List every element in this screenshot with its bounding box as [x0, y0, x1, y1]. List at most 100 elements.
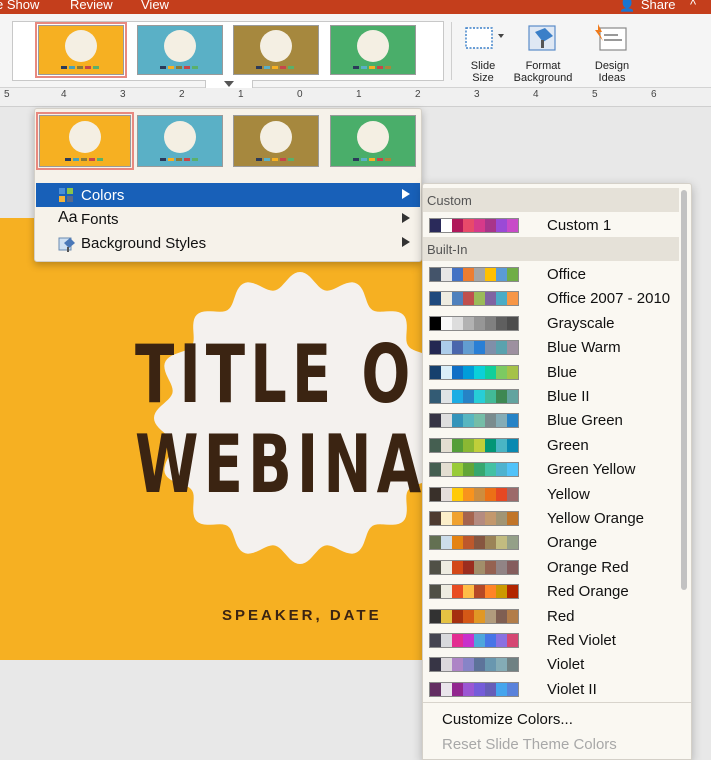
slide-size-label: Slide [470, 60, 496, 72]
variant-swatches [65, 158, 103, 161]
submenu-arrow-icon [402, 237, 410, 247]
ruler-label: 4 [533, 89, 539, 100]
variant-thumb[interactable] [330, 25, 416, 75]
ruler-label: 5 [4, 89, 10, 100]
design-ideas-icon [595, 24, 627, 51]
color-palette-swatches [429, 315, 519, 331]
section-label: Custom [427, 193, 472, 208]
add-person-icon: 👤 [619, 0, 636, 12]
color-scheme-row[interactable]: Red [423, 604, 679, 628]
submenu-arrow-icon [402, 189, 410, 199]
scrollbar-thumb[interactable] [681, 190, 687, 590]
color-scheme-name: Green Yellow [547, 461, 636, 479]
badge-shape [164, 121, 196, 153]
color-palette-swatches [429, 437, 519, 453]
ribbon: Slide Size Format Background Design Idea… [0, 14, 711, 91]
slide-title-line-1[interactable]: TITLE O [135, 333, 415, 417]
background-styles-icon [58, 235, 76, 257]
color-palette-swatches [429, 486, 519, 502]
ruler-label: 0 [297, 89, 303, 100]
share-label: Share [640, 0, 676, 12]
tab-view[interactable]: View [141, 0, 169, 12]
color-scheme-name: Violet [547, 656, 585, 674]
variant-thumb[interactable] [137, 25, 223, 75]
variant-swatches [160, 158, 198, 161]
color-scheme-name: Red Violet [547, 632, 616, 649]
format-background-button[interactable]: Format Background [511, 22, 575, 84]
color-scheme-row[interactable]: Yellow Orange [423, 506, 679, 530]
slide-size-button[interactable]: Slide Size [460, 22, 506, 84]
color-scheme-name: Orange [547, 534, 598, 552]
menu-item-fonts[interactable]: Aa Fonts [36, 207, 420, 231]
color-scheme-name: Blue [547, 363, 578, 381]
color-scheme-row[interactable]: Yellow [423, 482, 679, 506]
color-scheme-row[interactable]: Blue Warm [423, 335, 679, 359]
ruler-label: 5 [592, 89, 598, 100]
design-ideas-button[interactable]: Design Ideas [590, 22, 634, 84]
colors-icon [58, 187, 74, 207]
format-background-icon [528, 25, 556, 51]
slide-title-line-2[interactable]: WEBINA [135, 423, 426, 507]
color-scheme-name: Office [547, 266, 586, 283]
variant-thumb[interactable] [233, 115, 319, 167]
custom-section-header: Custom [423, 188, 679, 212]
color-scheme-row[interactable]: Blue Green [423, 408, 679, 432]
color-scheme-name: Violet II [547, 680, 597, 698]
color-scheme-row[interactable]: Blue [423, 360, 679, 384]
collapse-ribbon-icon[interactable]: ^ [690, 0, 696, 12]
color-palette-swatches [429, 462, 519, 478]
color-palette-swatches [429, 413, 519, 429]
variants-gallery [12, 21, 444, 81]
submenu-divider [423, 702, 691, 703]
ruler-label: 1 [238, 89, 244, 100]
color-scheme-row[interactable]: Office [423, 262, 679, 286]
menu-item-colors[interactable]: Colors [36, 183, 420, 207]
colors-submenu: Custom Custom 1 Built-In Office Office 20… [422, 183, 692, 760]
color-scheme-row[interactable]: Green Yellow [423, 457, 679, 481]
variant-thumb[interactable] [36, 112, 134, 170]
format-background-label-2: Background [513, 72, 573, 84]
badge-shape [260, 30, 292, 62]
color-scheme-row[interactable]: Custom 1 [423, 213, 679, 237]
tab-review[interactable]: Review [70, 0, 113, 12]
color-scheme-name: Red Orange [547, 583, 629, 601]
color-scheme-row[interactable]: Orange [423, 530, 679, 554]
ribbon-divider [451, 22, 452, 80]
color-scheme-row[interactable]: Red Violet [423, 628, 679, 652]
color-palette-swatches [429, 535, 519, 551]
variant-swatches [353, 66, 391, 69]
ruler-label: 6 [651, 89, 657, 100]
color-scheme-row[interactable]: Violet [423, 652, 679, 676]
tab-slide-show[interactable]: e Show [0, 0, 39, 12]
color-scheme-row[interactable]: Blue II [423, 384, 679, 408]
menu-item-background-styles[interactable]: Background Styles [36, 231, 420, 255]
submenu-scrollbar[interactable] [679, 186, 689, 701]
variant-swatches [256, 66, 294, 69]
color-scheme-row[interactable]: Office 2007 - 2010 [423, 286, 679, 310]
variant-swatches [353, 158, 391, 161]
color-palette-swatches [429, 559, 519, 575]
menu-item-label: Colors [81, 187, 125, 204]
color-scheme-row[interactable]: Green [423, 433, 679, 457]
color-palette-swatches [429, 340, 519, 356]
variant-swatches [61, 66, 99, 69]
color-scheme-row[interactable]: Grayscale [423, 311, 679, 335]
slide-speaker-date[interactable]: SPEAKER, DATE [222, 607, 382, 624]
color-scheme-row[interactable]: Violet II [423, 677, 679, 701]
section-label: Built-In [427, 242, 468, 257]
variant-thumb[interactable] [137, 115, 223, 167]
color-scheme-row[interactable]: Red Orange [423, 579, 679, 603]
customize-colors-item[interactable]: Customize Colors... [442, 711, 573, 728]
variant-thumb[interactable] [233, 25, 319, 75]
color-palette-swatches [429, 633, 519, 648]
color-palette-swatches [429, 218, 519, 233]
variant-thumb[interactable] [35, 22, 127, 78]
color-scheme-row[interactable]: Orange Red [423, 555, 679, 579]
design-ideas-label-2: Ideas [598, 72, 626, 84]
slide-size-label-2: Size [472, 72, 494, 84]
slide-canvas[interactable]: TITLE O WEBINA SPEAKER, DATE [0, 218, 436, 660]
badge-shape [164, 30, 196, 62]
share-button[interactable]: 👤 Share [619, 0, 676, 13]
variant-thumb[interactable] [330, 115, 416, 167]
color-scheme-name: Blue Warm [547, 339, 621, 357]
